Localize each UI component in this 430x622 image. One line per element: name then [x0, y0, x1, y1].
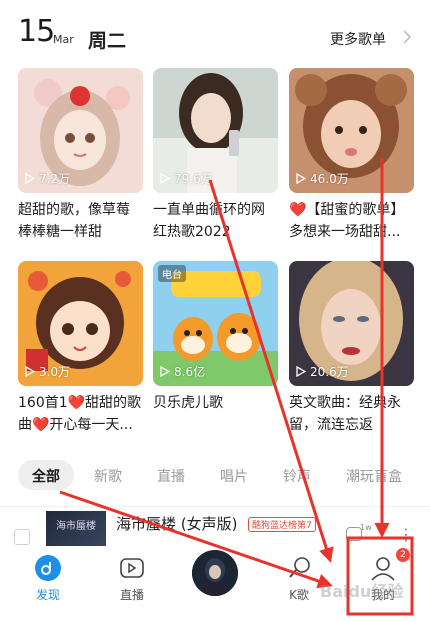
playlist-title[interactable]: 160首1❤️甜甜的歌曲❤️开心每一天...	[18, 392, 143, 436]
mini-cover-text: 海市蜃楼	[56, 521, 96, 532]
play-count: 46.0万	[296, 170, 349, 187]
playlist-title[interactable]: ❤️【甜蜜的歌单】多想来一场甜甜...	[289, 199, 414, 243]
tab-live[interactable]: 直播	[157, 466, 185, 486]
play-count: 3.0万	[25, 363, 70, 380]
play-count: 20.6万	[296, 363, 349, 380]
play-count-value: 79.6万	[174, 172, 213, 186]
tab-all[interactable]: 全部	[32, 466, 60, 486]
play-icon	[160, 366, 170, 377]
notification-badge: 2	[396, 548, 410, 562]
playlist-title[interactable]: 贝乐虎儿歌	[153, 392, 278, 436]
playlist-cover[interactable]: 79.6万	[153, 68, 278, 193]
playlist-card[interactable]: 电台 8.6亿 贝乐虎儿歌	[153, 261, 278, 436]
play-count-value: 3.0万	[39, 365, 71, 379]
mini-player[interactable]: 海市蜃楼 海市蜃楼 (女声版) 酷狗蓝达榜第7 1w ⋮	[0, 506, 430, 551]
play-icon	[296, 366, 306, 377]
disc-art	[192, 550, 238, 596]
tab-blind-box[interactable]: 潮玩盲盒	[346, 466, 402, 486]
playlist-title[interactable]: 一直单曲循环的网红热歌2022	[153, 199, 278, 243]
radio-tag: 电台	[158, 265, 186, 282]
karaoke-icon	[289, 557, 310, 578]
weekday-label: 周二	[88, 30, 127, 52]
discover-icon	[35, 555, 61, 581]
play-count: 8.6亿	[160, 363, 205, 380]
playlist-title[interactable]: 超甜的歌，像草莓棒棒糖一样甜	[18, 199, 143, 243]
play-icon	[160, 173, 170, 184]
play-count: 7.2万	[25, 170, 70, 187]
date-day: 15	[18, 14, 55, 49]
play-count-value: 46.0万	[310, 172, 349, 186]
chevron-right-icon[interactable]	[401, 30, 413, 44]
playlist-title[interactable]: 英文歌曲：经典永留，流连忘返	[289, 392, 414, 436]
play-icon	[296, 173, 306, 184]
category-tabs: 全部 新歌 直播 唱片 铃声 潮玩盲盒	[0, 458, 430, 498]
nav-label-discover: 发现	[35, 588, 60, 602]
nav-label-live: 直播	[119, 588, 144, 602]
date-month: Mar	[53, 33, 74, 46]
tab-ringtones[interactable]: 铃声	[283, 466, 311, 486]
playlist-cover[interactable]: 46.0万	[289, 68, 414, 193]
playlist-card[interactable]: 7.2万 超甜的歌，像草莓棒棒糖一样甜	[18, 68, 143, 243]
add-icon[interactable]	[14, 529, 30, 545]
more-options-icon[interactable]: ⋮	[398, 525, 414, 544]
play-icon	[25, 173, 35, 184]
chart-rank-badge: 酷狗蓝达榜第7	[248, 517, 316, 532]
playlist-card[interactable]: 3.0万 160首1❤️甜甜的歌曲❤️开心每一天...	[18, 261, 143, 436]
player-disc-icon[interactable]	[192, 550, 238, 596]
more-playlists-link[interactable]: 更多歌单	[330, 29, 386, 49]
playlist-card[interactable]: 20.6万 英文歌曲：经典永留，流连忘返	[289, 261, 414, 436]
playlist-cover[interactable]: 电台 8.6亿	[153, 261, 278, 386]
play-count: 79.6万	[160, 170, 213, 187]
comment-count: 1w	[360, 523, 372, 532]
playlist-cover[interactable]: 3.0万	[18, 261, 143, 386]
playlist-cover[interactable]: 7.2万	[18, 68, 143, 193]
playlist-cover[interactable]: 20.6万	[289, 261, 414, 386]
playlist-card[interactable]: 79.6万 一直单曲循环的网红热歌2022	[153, 68, 278, 243]
tab-new-songs[interactable]: 新歌	[94, 466, 122, 486]
mini-player-title[interactable]: 海市蜃楼 (女声版)	[116, 513, 237, 534]
live-icon	[120, 558, 144, 578]
play-count-value: 7.2万	[39, 172, 71, 186]
play-icon	[25, 366, 35, 377]
play-count-value: 8.6亿	[174, 365, 206, 379]
watermark: Baidu经验	[320, 582, 404, 601]
playlist-card[interactable]: 46.0万 ❤️【甜蜜的歌单】多想来一场甜甜...	[289, 68, 414, 243]
play-count-value: 20.6万	[310, 365, 349, 379]
tab-albums[interactable]: 唱片	[220, 466, 248, 486]
header: 15 Mar 周二 更多歌单	[0, 0, 430, 62]
